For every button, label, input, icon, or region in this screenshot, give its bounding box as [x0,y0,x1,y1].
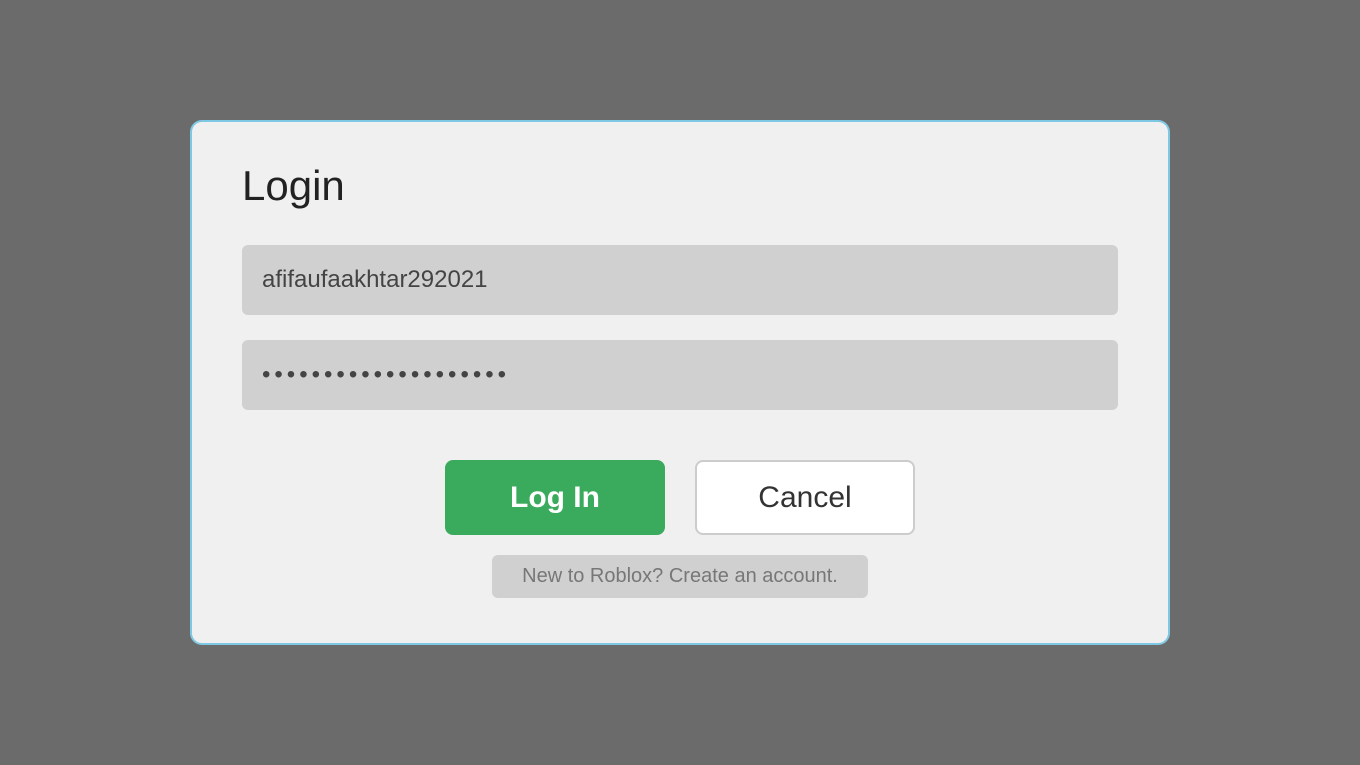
login-button[interactable]: Log In [445,460,665,535]
login-dialog: Login Log In Cancel New to Roblox? Creat… [190,120,1170,645]
username-input[interactable] [242,245,1118,315]
action-buttons: Log In Cancel [242,460,1118,535]
dialog-title: Login [242,162,1118,210]
cancel-button[interactable]: Cancel [695,460,915,535]
create-account-section: New to Roblox? Create an account. [242,555,1118,598]
password-input[interactable] [242,340,1118,410]
create-account-link[interactable]: New to Roblox? Create an account. [492,555,868,598]
